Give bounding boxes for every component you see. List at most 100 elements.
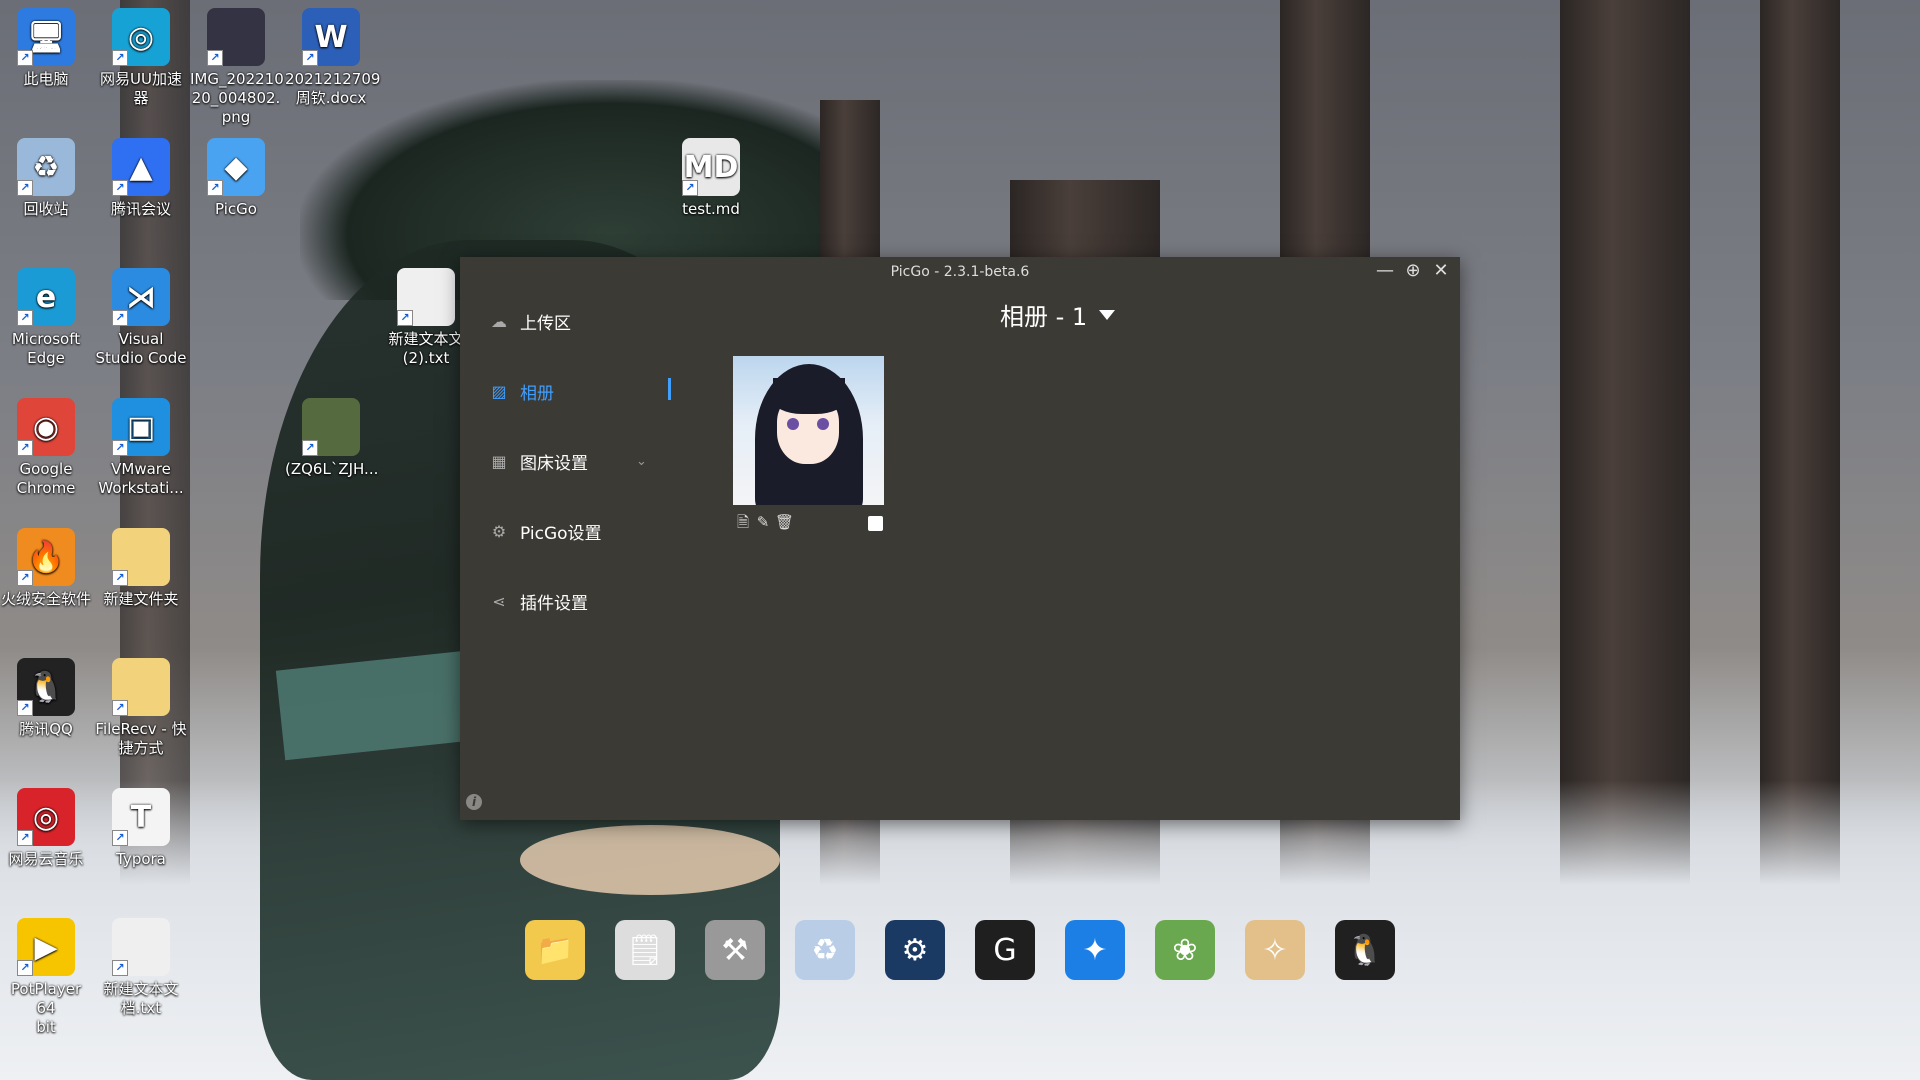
desktop-icon[interactable]: ↗ 新建文本文 (2).txt bbox=[380, 268, 472, 368]
desktop-icon[interactable]: 🐧 ↗ 腾讯QQ bbox=[0, 658, 92, 739]
desktop-icon[interactable]: 🔥 ↗ 火绒安全软件 bbox=[0, 528, 92, 609]
dock-notepad-icon[interactable]: 🗒 bbox=[615, 920, 675, 980]
desktop-icon[interactable]: 🖥 ↗ 此电脑 bbox=[0, 8, 92, 89]
shortcut-arrow-icon: ↗ bbox=[17, 830, 33, 846]
delete-icon[interactable]: 🗑 bbox=[775, 513, 794, 531]
dock-folder-icon[interactable]: 📁 bbox=[525, 920, 585, 980]
app-icon: ↗ bbox=[112, 658, 170, 716]
dock-battle-net-icon[interactable]: ✦ bbox=[1065, 920, 1125, 980]
desktop-icon[interactable]: ◉ ↗ Google Chrome bbox=[0, 398, 92, 498]
desktop-icon[interactable]: ▶ ↗ PotPlayer 64 bit bbox=[0, 918, 92, 1037]
app-icon: ▶ ↗ bbox=[17, 918, 75, 976]
app-icon: ↗ bbox=[397, 268, 455, 326]
image-select-checkbox[interactable] bbox=[868, 516, 883, 531]
active-indicator bbox=[668, 378, 671, 400]
app-icon: W ↗ bbox=[302, 8, 360, 66]
app-icon: ▣ ↗ bbox=[112, 398, 170, 456]
desktop-icon-label: 腾讯QQ bbox=[19, 720, 73, 738]
app-icon: T ↗ bbox=[112, 788, 170, 846]
desktop-icon[interactable]: ◎ ↗ 网易UU加速 器 bbox=[95, 8, 187, 108]
desktop-icon[interactable]: ⋊ ↗ Visual Studio Code bbox=[95, 268, 187, 368]
desktop-icon[interactable]: e ↗ Microsoft Edge bbox=[0, 268, 92, 368]
thumbnail-art bbox=[787, 418, 799, 430]
shortcut-arrow-icon: ↗ bbox=[112, 440, 128, 456]
desktop-icon[interactable]: ↗ 新建文本文 档.txt bbox=[95, 918, 187, 1018]
menu-gallery-label: 相册 bbox=[520, 383, 554, 404]
desktop-icon[interactable]: ↗ 新建文件夹 bbox=[95, 528, 187, 609]
desktop-icon[interactable]: ↗ IMG_202210 20_004802. png bbox=[190, 8, 284, 127]
desktop-icon-label: PotPlayer 64 bit bbox=[10, 980, 82, 1036]
menu-picgo-settings[interactable]: ⚙ PicGo设置 bbox=[460, 511, 682, 551]
maximize-button[interactable]: ⊕ bbox=[1402, 260, 1424, 282]
image-actions: 🗎 ✎ 🗑 bbox=[735, 513, 794, 531]
desktop-icon[interactable]: MD ↗ test.md bbox=[665, 138, 757, 219]
dock-steam-icon[interactable]: ⚙ bbox=[885, 920, 945, 980]
dock-qq-icon[interactable]: 🐧 bbox=[1335, 920, 1395, 980]
app-icon: 🐧 ↗ bbox=[17, 658, 75, 716]
app-icon: ↗ bbox=[112, 528, 170, 586]
dock-genshin-icon[interactable]: ✧ bbox=[1245, 920, 1305, 980]
desktop-icon[interactable]: W ↗ 2021212709 周钦.docx bbox=[285, 8, 381, 108]
shortcut-arrow-icon: ↗ bbox=[397, 310, 413, 326]
menu-settings-label: PicGo设置 bbox=[520, 523, 602, 544]
picgo-window: PicGo - 2.3.1-beta.6 — ⊕ ✕ ☁ 上传区 ▨ 相册 ▦ … bbox=[460, 257, 1460, 820]
title-bar[interactable]: PicGo - 2.3.1-beta.6 bbox=[460, 257, 1460, 287]
witch-skirt bbox=[520, 825, 780, 895]
minimize-button[interactable]: — bbox=[1374, 260, 1396, 282]
menu-plugins-label: 插件设置 bbox=[520, 593, 588, 614]
desktop-icon[interactable]: ◎ ↗ 网易云音乐 bbox=[0, 788, 92, 869]
shortcut-arrow-icon: ↗ bbox=[682, 180, 698, 196]
shortcut-arrow-icon: ↗ bbox=[207, 50, 223, 66]
app-icon: 🖥 ↗ bbox=[17, 8, 75, 66]
shortcut-arrow-icon: ↗ bbox=[302, 440, 318, 456]
dock-recycle-bin-icon[interactable]: ♻ bbox=[795, 920, 855, 980]
cloud-upload-icon: ☁ bbox=[491, 311, 507, 331]
caret-down-icon bbox=[1099, 309, 1116, 320]
desktop-icon-label: 回收站 bbox=[23, 200, 69, 218]
desktop-icon[interactable]: T ↗ Typora bbox=[95, 788, 187, 869]
app-icon: ↗ bbox=[207, 8, 265, 66]
desktop-icon-label: 腾讯会议 bbox=[110, 200, 171, 218]
desktop-icon-label: Typora bbox=[116, 850, 166, 868]
gallery-image-thumbnail[interactable] bbox=[733, 356, 884, 505]
desktop-icon[interactable]: ▣ ↗ VMware Workstati... bbox=[95, 398, 187, 498]
desktop-icon-label: (ZQ6L`ZJH... bbox=[285, 460, 379, 478]
desktop-icon[interactable]: ↗ FileRecv - 快 捷方式 bbox=[95, 658, 187, 758]
shortcut-arrow-icon: ↗ bbox=[17, 440, 33, 456]
menu-gallery[interactable]: ▨ 相册 bbox=[460, 371, 682, 411]
info-icon[interactable]: i bbox=[466, 794, 482, 810]
app-icon: ▲ ↗ bbox=[112, 138, 170, 196]
shortcut-arrow-icon: ↗ bbox=[112, 310, 128, 326]
desktop-icon-label: VMware Workstati... bbox=[98, 460, 184, 497]
desktop-icon-label: IMG_202210 20_004802. png bbox=[190, 70, 284, 126]
app-icon: ◎ ↗ bbox=[112, 8, 170, 66]
dock-plants-game-icon[interactable]: ❀ bbox=[1155, 920, 1215, 980]
shortcut-arrow-icon: ↗ bbox=[17, 960, 33, 976]
album-selector[interactable]: 相册 - 1 bbox=[1000, 297, 1116, 332]
desktop-icon[interactable]: ▲ ↗ 腾讯会议 bbox=[95, 138, 187, 219]
desktop-icon-label: FileRecv - 快 捷方式 bbox=[95, 720, 187, 757]
dock-game-app-icon[interactable]: G bbox=[975, 920, 1035, 980]
desktop-icon-label: 2021212709 周钦.docx bbox=[285, 70, 381, 107]
desktop-icon[interactable]: ◆ ↗ PicGo bbox=[190, 138, 282, 219]
shortcut-arrow-icon: ↗ bbox=[112, 50, 128, 66]
dock-tools-icon[interactable]: ⚒ bbox=[705, 920, 765, 980]
menu-picbed-label: 图床设置 bbox=[520, 453, 588, 474]
app-icon: 🔥 ↗ bbox=[17, 528, 75, 586]
menu-picbed-settings[interactable]: ▦ 图床设置 ⌄ bbox=[460, 441, 682, 481]
shortcut-arrow-icon: ↗ bbox=[112, 700, 128, 716]
copy-link-icon[interactable]: 🗎 bbox=[735, 513, 751, 531]
app-icon: e ↗ bbox=[17, 268, 75, 326]
menu-plugin-settings[interactable]: ⋖ 插件设置 bbox=[460, 581, 682, 621]
desktop-icon-label: 新建文本文 (2).txt bbox=[388, 330, 464, 367]
desktop-icon[interactable]: ↗ (ZQ6L`ZJH... bbox=[285, 398, 379, 479]
menu-upload[interactable]: ☁ 上传区 bbox=[460, 301, 682, 341]
thumbnail-art bbox=[773, 378, 845, 414]
app-icon: MD ↗ bbox=[682, 138, 740, 196]
sidebar: ☁ 上传区 ▨ 相册 ▦ 图床设置 ⌄ ⚙ PicGo设置 ⋖ 插件设置 bbox=[460, 287, 682, 820]
edit-icon[interactable]: ✎ bbox=[755, 513, 771, 531]
desktop-icon-label: 网易UU加速 器 bbox=[100, 70, 182, 107]
close-button[interactable]: ✕ bbox=[1430, 260, 1452, 282]
app-icon: ♻ ↗ bbox=[17, 138, 75, 196]
desktop-icon[interactable]: ♻ ↗ 回收站 bbox=[0, 138, 92, 219]
